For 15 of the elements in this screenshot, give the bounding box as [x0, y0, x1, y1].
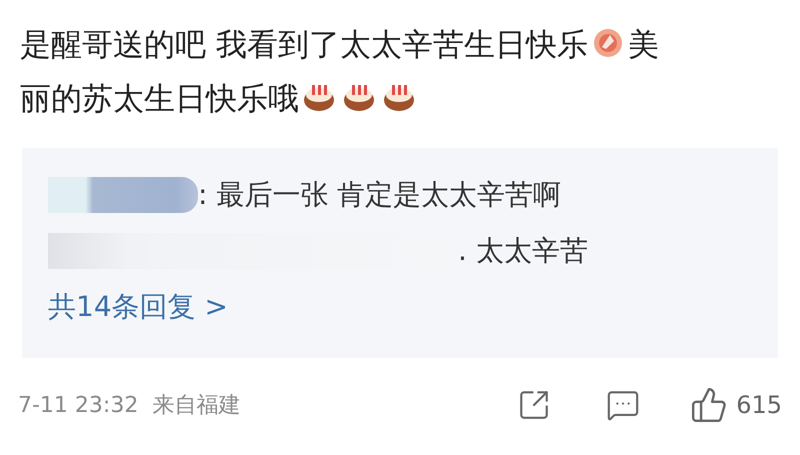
text: 美	[628, 27, 659, 63]
cake-emoji-icon	[302, 82, 336, 112]
cake-emoji-icon	[342, 82, 376, 112]
like-count: 615	[736, 390, 782, 421]
timestamp: 7-11 23:32	[18, 392, 138, 420]
more-replies-link[interactable]: 共14条回复 >	[48, 284, 778, 330]
text: 是醒哥送的吧 我看到了太太辛苦生日快乐	[20, 27, 588, 63]
cake-emoji-icon	[382, 82, 416, 112]
location: 来自福建	[152, 392, 240, 420]
text: . 太太辛苦	[458, 233, 588, 269]
text: : 最后一张 肯定是太太辛苦啊	[198, 177, 562, 213]
comment-icon[interactable]	[606, 388, 640, 422]
text: 丽的苏太生日快乐哦	[20, 81, 299, 117]
like-icon[interactable]	[690, 386, 728, 424]
flower-emoji-icon	[592, 27, 624, 59]
